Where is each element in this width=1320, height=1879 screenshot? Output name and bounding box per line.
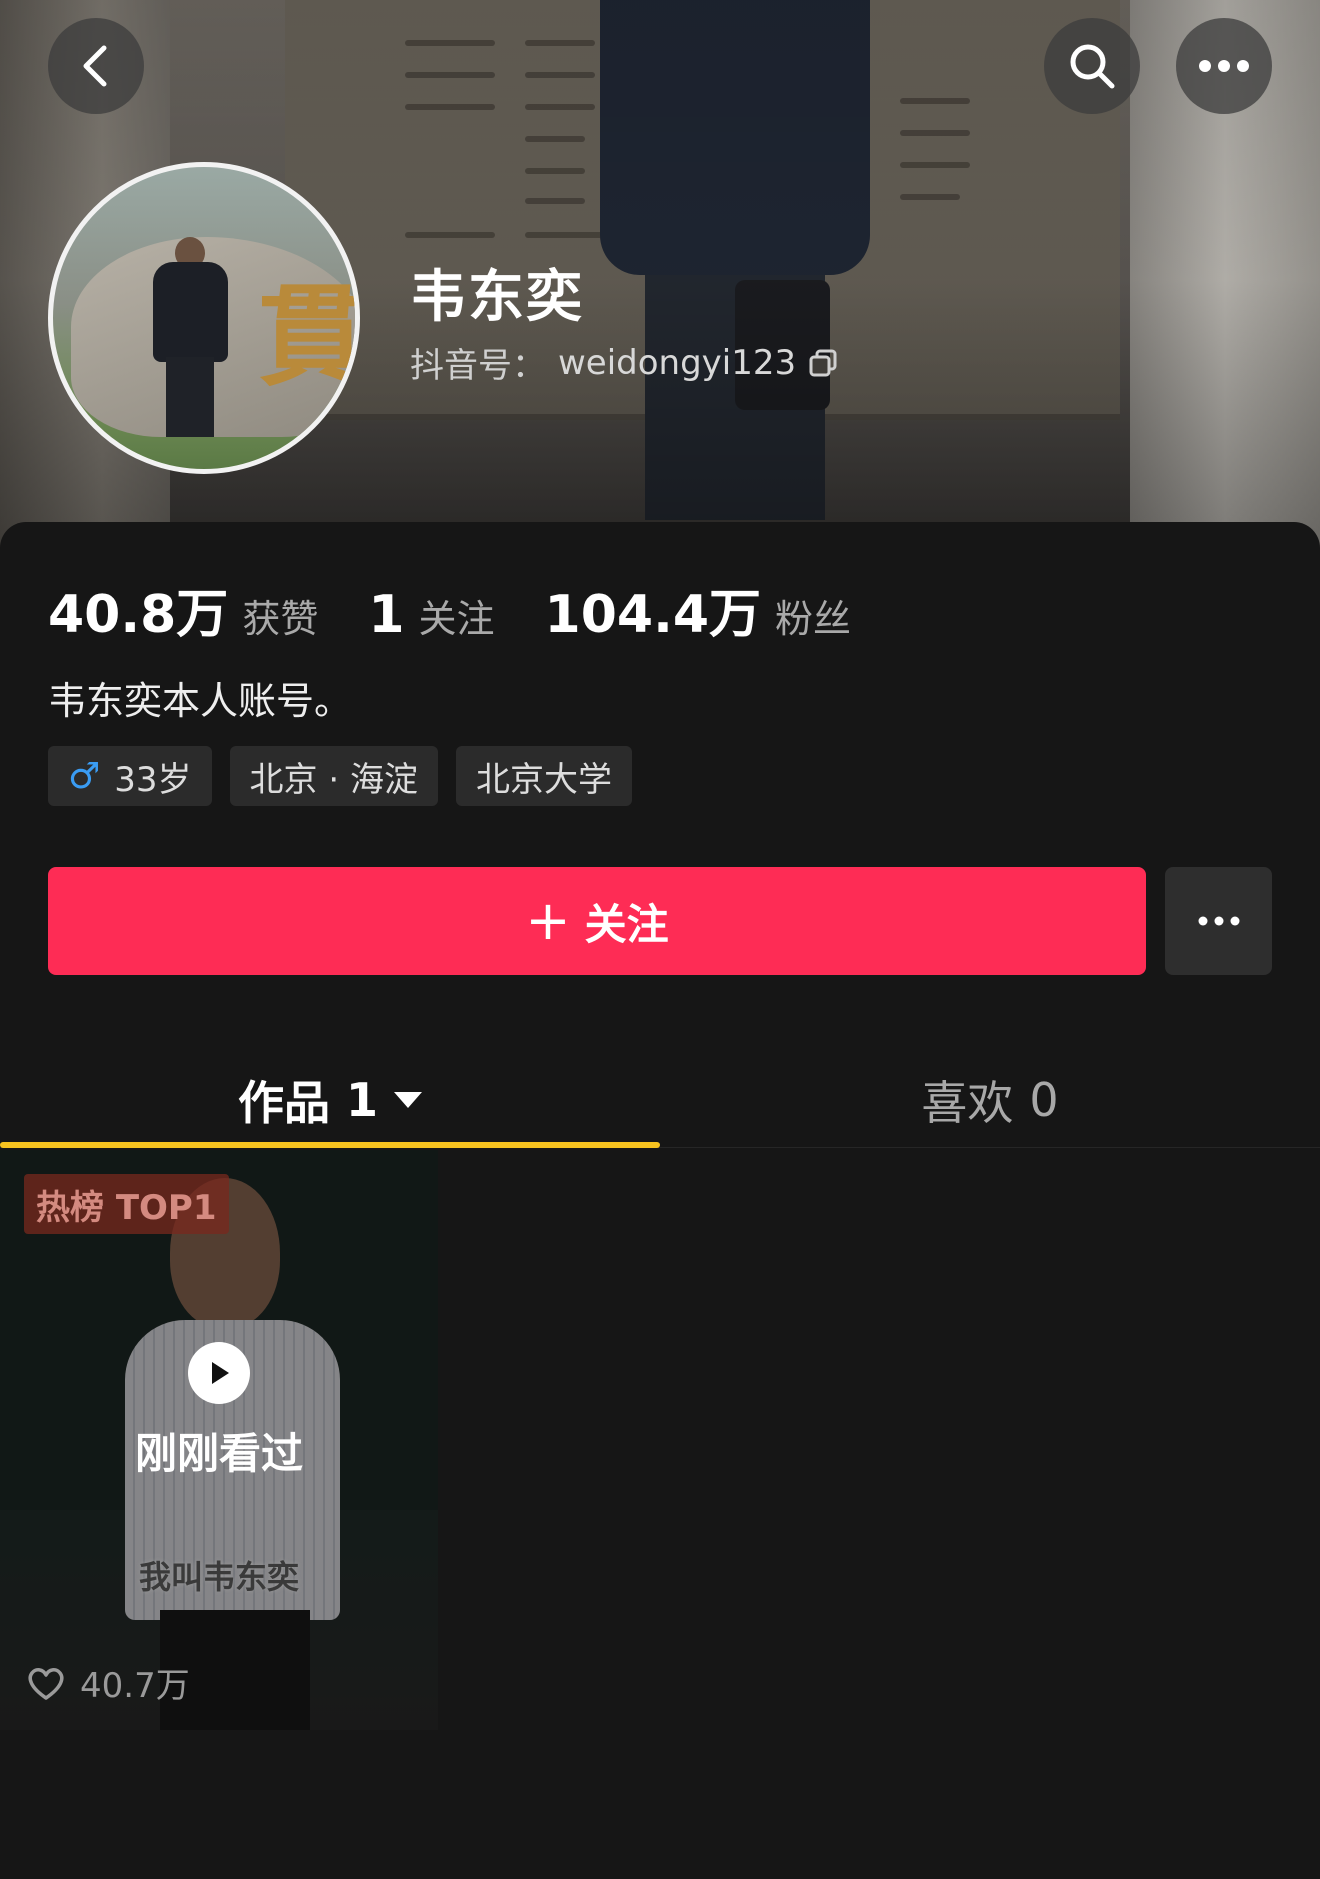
caret-down-icon[interactable] [394, 1092, 422, 1108]
video-likes: 40.7万 [26, 1658, 190, 1707]
recently-viewed-label: 刚刚看过 [134, 1429, 303, 1478]
more-horizontal-icon [1199, 60, 1249, 72]
plus-icon: + [525, 889, 571, 952]
search-button[interactable] [1044, 18, 1140, 114]
stat-followers[interactable]: 104.4万 粉丝 [545, 572, 852, 647]
profile-tags: ♂ 33岁 北京 · 海淀 北京大学 [48, 746, 632, 806]
heart-icon [28, 1667, 64, 1700]
copy-icon[interactable] [808, 348, 838, 378]
stat-following-label: 关注 [418, 597, 495, 641]
tab-likes-count: 0 [1029, 1073, 1059, 1127]
douyin-id-value: weidongyi123 [558, 342, 797, 383]
stat-following-value: 1 [368, 585, 405, 645]
more-horizontal-icon [1198, 916, 1239, 926]
hot-rank-badge: 热榜 TOP1 [24, 1174, 229, 1234]
tag-location[interactable]: 北京 · 海淀 [229, 746, 438, 806]
video-likes-count: 40.7万 [80, 1666, 190, 1706]
avatar-calligraphy: 貫 [258, 272, 360, 401]
stat-followers-label: 粉丝 [775, 597, 852, 641]
tab-works[interactable]: 作品 1 [0, 1052, 660, 1148]
profile-more-button[interactable] [1165, 867, 1272, 975]
stat-following[interactable]: 1 关注 [368, 585, 494, 645]
profile-bio: 韦东奕本人账号。 [48, 679, 353, 723]
chevron-left-icon [83, 45, 107, 87]
tag-age: 33岁 [114, 759, 192, 800]
douyin-id[interactable]: 抖音号： weidongyi123 [410, 338, 838, 387]
tab-works-label: 作品 [237, 1076, 330, 1130]
profile-name: 韦东奕 [410, 265, 584, 330]
profile-sheet: 40.8万 获赞 1 关注 104.4万 粉丝 韦东奕本人账号。 ♂ 33岁 北… [0, 522, 1320, 1879]
back-button[interactable] [48, 18, 144, 114]
stats-row: 40.8万 获赞 1 关注 104.4万 粉丝 [48, 572, 901, 647]
video-caption-overlay: 我叫韦东奕 [138, 1558, 299, 1596]
content-tabs: 作品 1 喜欢 0 [0, 1052, 1320, 1148]
douyin-id-prefix: 抖音号： [410, 346, 546, 386]
stat-likes-label: 获赞 [242, 597, 319, 641]
tab-works-count: 1 [345, 1073, 378, 1127]
tag-school-label: 北京大学 [475, 759, 612, 800]
stat-likes-value: 40.8万 [48, 585, 229, 645]
tag-gender-age: ♂ 33岁 [48, 746, 212, 806]
stat-likes[interactable]: 40.8万 获赞 [48, 572, 318, 647]
follow-button[interactable]: + 关注 [48, 867, 1146, 975]
stat-followers-value: 104.4万 [544, 585, 762, 645]
tab-likes-label: 喜欢 [921, 1076, 1014, 1130]
male-icon: ♂ [68, 755, 101, 797]
tab-likes[interactable]: 喜欢 0 [660, 1052, 1320, 1148]
header-more-button[interactable] [1176, 18, 1272, 114]
follow-button-label: 关注 [584, 899, 669, 949]
play-icon [188, 1342, 250, 1404]
tag-school[interactable]: 北京大学 [455, 746, 632, 806]
tag-location-label: 北京 · 海淀 [249, 759, 418, 800]
video-card[interactable]: 热榜 TOP1 刚刚看过 我叫韦东奕 40.7万 [0, 1150, 438, 1730]
search-icon [1070, 44, 1115, 89]
avatar[interactable]: 貫 [48, 162, 360, 474]
tab-active-indicator [0, 1142, 660, 1148]
